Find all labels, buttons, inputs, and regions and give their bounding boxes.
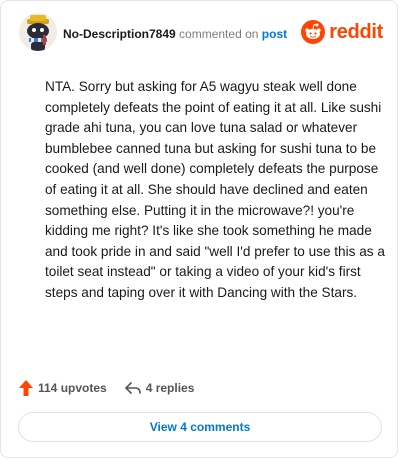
view-comments-button[interactable]: View 4 comments bbox=[18, 412, 382, 442]
comment-actions: 114 upvotes 4 replies bbox=[19, 378, 194, 398]
comment-meta: No-Description7849 commented on post bbox=[63, 27, 287, 41]
reply-button[interactable]: 4 replies bbox=[124, 381, 195, 395]
commented-on-text: commented on bbox=[179, 27, 259, 41]
reddit-wordmark: reddit bbox=[329, 20, 383, 43]
reply-count: 4 replies bbox=[145, 381, 195, 395]
upvote-arrow-icon bbox=[19, 380, 33, 396]
reply-arrow-icon bbox=[124, 382, 141, 394]
comment-card: No-Description7849 commented on post red… bbox=[0, 0, 398, 458]
post-link[interactable]: post bbox=[262, 27, 287, 41]
upvote-count: 114 upvotes bbox=[38, 381, 107, 395]
comment-body: NTA. Sorry but asking for A5 wagyu steak… bbox=[45, 79, 385, 300]
upvote-button[interactable]: 114 upvotes bbox=[19, 380, 107, 396]
snoo-avatar-icon bbox=[19, 13, 57, 51]
reddit-logo-icon bbox=[301, 20, 326, 44]
comment-header: No-Description7849 commented on post red… bbox=[19, 13, 383, 53]
username-link[interactable]: No-Description7849 bbox=[63, 27, 176, 41]
user-avatar[interactable] bbox=[19, 13, 57, 51]
reddit-brand[interactable]: reddit bbox=[301, 19, 383, 45]
